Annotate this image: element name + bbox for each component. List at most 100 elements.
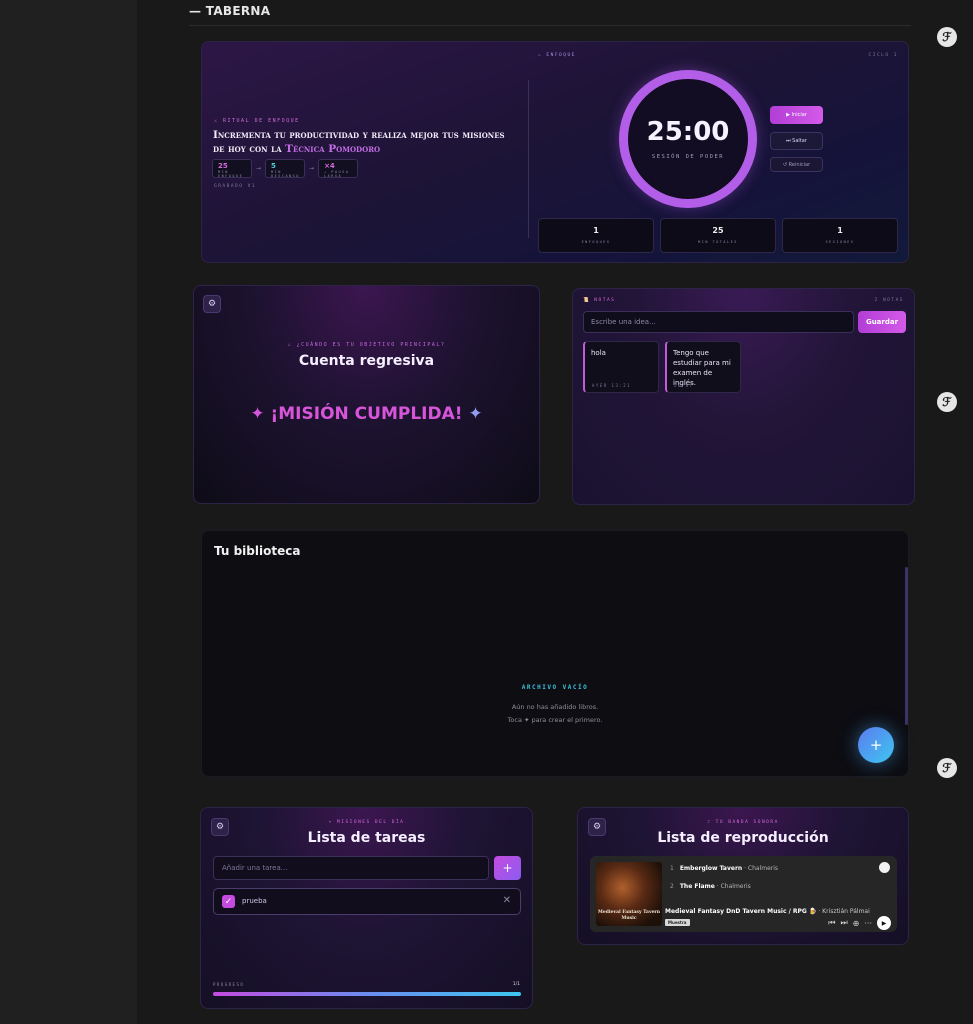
note-input[interactable]: Escribe una idea... xyxy=(583,311,854,333)
preview-badge: Muestra xyxy=(665,919,690,926)
note-text: hola xyxy=(591,349,606,357)
section-divider xyxy=(189,25,911,26)
progress-fill xyxy=(213,992,521,996)
countdown-widget: ⚙ ⚔ ¿Cuándo es tu objetivo principal? Cu… xyxy=(193,285,540,504)
stat-value: 1 xyxy=(837,226,843,235)
focus-minutes-pill[interactable]: 25 min enfoque xyxy=(212,159,252,178)
long-break-pill[interactable]: ×4 → pausa larga xyxy=(318,159,359,178)
reset-button[interactable]: ↺ Reiniciar xyxy=(770,157,823,172)
pill-label: → pausa larga xyxy=(324,170,350,178)
left-sidebar xyxy=(0,0,137,1024)
formula-icon[interactable]: ℱ xyxy=(937,27,957,47)
sparkle-icon: ✦ xyxy=(468,404,483,424)
break-minutes-pill[interactable]: 5 min descanso xyxy=(265,159,306,178)
tasks-kicker: ✦ Misiones del día xyxy=(328,820,405,825)
task-text: prueba xyxy=(242,897,267,905)
formula-icon[interactable]: ℱ xyxy=(937,392,957,412)
progress-bar xyxy=(213,992,521,996)
previous-icon[interactable]: ⏮ xyxy=(828,918,835,928)
note-card[interactable]: Tengo que estudiar para mi examen de ing… xyxy=(665,341,741,393)
album-name: Medieval Fantasy DnD Tavern Music / RPG … xyxy=(665,908,817,915)
add-task-button[interactable]: + xyxy=(494,856,521,880)
note-text: Tengo que estudiar para mi examen de ing… xyxy=(673,349,731,387)
stat-value: 1 xyxy=(593,226,599,235)
pomodoro-widget: ⚔ Ritual de enfoque Incrementa tu produc… xyxy=(201,41,909,263)
pomodoro-settings: 25 min enfoque → 5 min descanso → ×4 → paus… xyxy=(212,159,359,178)
next-icon[interactable]: ⏭ xyxy=(840,918,847,928)
task-input[interactable]: Añadir una tarea... xyxy=(213,856,489,880)
library-scrollbar[interactable] xyxy=(905,567,908,725)
more-icon[interactable]: ··· xyxy=(864,919,872,928)
stat-sessions: 1 Sesiones xyxy=(782,218,898,253)
tasks-widget: ⚙ ✦ Misiones del día Lista de tareas Aña… xyxy=(200,807,533,1009)
session-label: Sesión de poder xyxy=(651,154,725,160)
stat-label: Min totales xyxy=(698,240,738,244)
notes-label: 📜 Notas xyxy=(583,298,616,303)
album-artist: · Krisztián Pálmai xyxy=(816,908,870,915)
track-row[interactable]: 2 The Flame · Chalmeris xyxy=(670,883,751,890)
timer-display: 25:00 xyxy=(646,117,730,147)
pill-value: 5 xyxy=(271,162,276,170)
notes-count: 2 notas xyxy=(874,298,904,303)
playlist-widget: ⚙ ♪ Tu banda sonora Lista de reproducció… xyxy=(577,807,909,945)
note-card[interactable]: hola Ayer 13:21 xyxy=(583,341,659,393)
task-item: ✓ prueba ✕ xyxy=(213,888,521,915)
track-number: 2 xyxy=(670,883,674,890)
close-icon[interactable]: ✕ xyxy=(503,895,511,906)
stat-value: 25 xyxy=(712,226,724,235)
cover-text: Medieval Fantasy Tavern Music xyxy=(597,910,661,921)
section-title: — TABERNA xyxy=(189,4,271,18)
playlist-kicker: ♪ Tu banda sonora xyxy=(707,820,779,825)
library-empty-message: Aún no has añadido libros. xyxy=(511,703,599,711)
cycle-label: Ciclo 1 xyxy=(868,53,898,58)
track-artist: · Chalmeris xyxy=(714,883,751,890)
pill-value: 25 xyxy=(218,162,228,170)
player-controls: ⏮ ⏭ ⊕ ··· ▶ xyxy=(828,916,891,930)
tasks-title: Lista de tareas xyxy=(307,830,426,846)
pill-label: min enfoque xyxy=(218,170,244,178)
note-date: 26/07 xyxy=(674,383,694,388)
playlist-title: Lista de reproducción xyxy=(657,830,829,846)
pomodoro-headline: Incrementa tu productividad y realiza me… xyxy=(213,128,513,156)
album-cover[interactable]: Medieval Fantasy Tavern Music xyxy=(596,862,662,926)
skip-button[interactable]: ⏭ Saltar xyxy=(770,132,823,150)
mission-complete-text: ¡MISIÓN CUMPLIDA! xyxy=(270,404,463,424)
arrow-icon: → xyxy=(309,165,315,172)
spotify-icon[interactable] xyxy=(879,862,890,873)
focus-label: ⚔ Enfoque xyxy=(538,53,576,58)
play-button[interactable]: ▶ xyxy=(877,916,891,930)
spotify-embed: Medieval Fantasy Tavern Music 1 Emberglow… xyxy=(590,856,897,932)
countdown-question: ⚔ ¿Cuándo es tu objetivo principal? xyxy=(287,342,446,348)
track-name: The Flame xyxy=(679,883,715,890)
pomodoro-divider xyxy=(528,80,529,238)
track-row[interactable]: 1 Emberglow Tavern · Chalmeris xyxy=(670,865,778,872)
countdown-title: Cuenta regresiva xyxy=(298,353,435,369)
progress-label: Progreso xyxy=(213,982,245,987)
pill-value: ×4 xyxy=(324,162,335,170)
library-widget: Tu biblioteca Archivo vacío Aún no has a… xyxy=(201,530,909,777)
stat-focus-count: 1 Enfoques xyxy=(538,218,654,253)
note-date: Ayer 13:21 xyxy=(592,383,632,388)
arrow-icon: → xyxy=(256,165,262,172)
formula-icon[interactable]: ℱ xyxy=(937,758,957,778)
album-title: Medieval Fantasy DnD Tavern Music / RPG … xyxy=(665,908,870,915)
start-button[interactable]: ▶ Iniciar xyxy=(770,106,823,124)
notes-widget: 📜 Notas 2 notas Escribe una idea... Guar… xyxy=(572,288,915,505)
pill-label: min descanso xyxy=(271,170,300,178)
track-artist: · Chalmeris xyxy=(742,865,779,872)
add-book-button[interactable]: + xyxy=(858,727,894,763)
progress-value: 1/1 xyxy=(512,982,520,987)
track-number: 1 xyxy=(670,865,674,872)
mission-complete: ✦ ¡MISIÓN CUMPLIDA! ✦ xyxy=(194,404,539,424)
save-note-button[interactable]: Guardar xyxy=(858,311,906,333)
headline-accent: Técnica Pomodoro xyxy=(285,143,381,155)
add-icon[interactable]: ⊕ xyxy=(853,919,860,928)
stat-total-minutes: 25 Min totales xyxy=(660,218,776,253)
library-title: Tu biblioteca xyxy=(214,544,301,558)
library-empty-hint: Toca ✦ para crear el primero. xyxy=(507,716,603,724)
stat-label: Sesiones xyxy=(825,240,855,244)
sparkle-icon: ✦ xyxy=(250,404,265,424)
task-checkbox[interactable]: ✓ xyxy=(222,895,235,908)
gear-icon[interactable]: ⚙ xyxy=(203,295,221,313)
pomodoro-kicker: ⚔ Ritual de enfoque xyxy=(214,118,300,124)
